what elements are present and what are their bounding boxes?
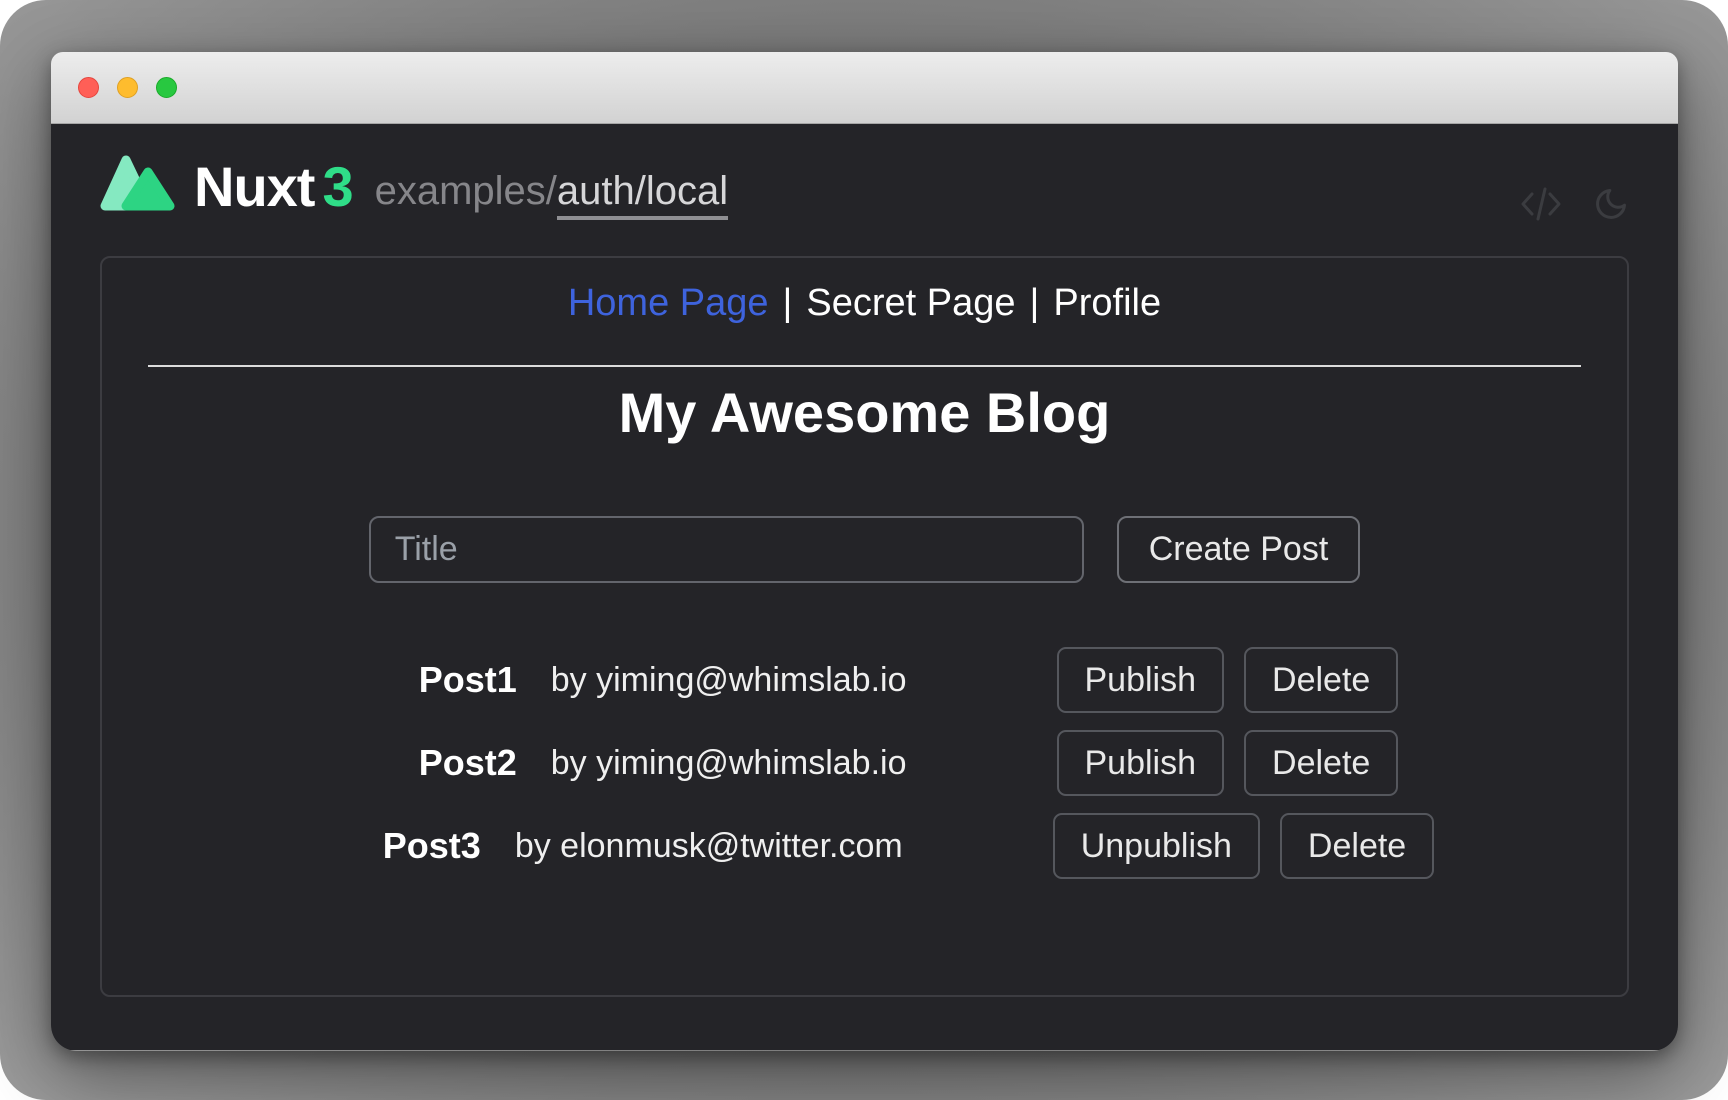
main-panel: Home Page | Secret Page | Profile My Awesome… xyxy=(100,256,1629,997)
post-title: Post2 xyxy=(419,742,517,784)
brand-name: Nuxt xyxy=(194,155,314,218)
post-row: Post1 by yiming@whimslab.io Publish Dele… xyxy=(190,647,1627,713)
nav-separator: | xyxy=(1030,282,1040,324)
delete-post-button[interactable]: Delete xyxy=(1244,647,1398,713)
browser-window: Nuxt3 examples/auth/local Home Page | Secr… xyxy=(51,52,1678,1051)
post-actions: Publish Delete xyxy=(1057,730,1399,796)
nav-divider xyxy=(148,365,1581,367)
post-title: Post3 xyxy=(383,825,481,867)
nav-link-profile[interactable]: Profile xyxy=(1053,282,1161,324)
nuxt-logo-icon xyxy=(100,152,176,214)
nav-link-secret-page[interactable]: Secret Page xyxy=(806,282,1015,324)
window-titlebar xyxy=(51,52,1678,124)
post-author: by yiming@whimslab.io xyxy=(551,744,907,783)
post-title-input[interactable] xyxy=(369,516,1084,583)
create-post-button[interactable]: Create Post xyxy=(1117,516,1361,583)
dark-mode-moon-icon[interactable] xyxy=(1593,186,1629,222)
publish-post-button[interactable]: Publish xyxy=(1057,647,1225,713)
post-row: Post3 by elonmusk@twitter.com Unpublish … xyxy=(190,813,1627,879)
header-icons xyxy=(1519,186,1629,222)
app-header: Nuxt3 examples/auth/local xyxy=(100,124,1629,214)
page-nav: Home Page | Secret Page | Profile xyxy=(102,258,1627,325)
post-author: by yiming@whimslab.io xyxy=(551,661,907,700)
minimize-window-button[interactable] xyxy=(117,77,138,98)
delete-post-button[interactable]: Delete xyxy=(1244,730,1398,796)
publish-post-button[interactable]: Publish xyxy=(1057,730,1225,796)
close-window-button[interactable] xyxy=(78,77,99,98)
brand-title: Nuxt3 xyxy=(194,160,353,214)
nav-link-home-page[interactable]: Home Page xyxy=(568,282,769,324)
post-actions: Unpublish Delete xyxy=(1053,813,1435,879)
post-author: by elonmusk@twitter.com xyxy=(515,827,903,866)
post-list: Post1 by yiming@whimslab.io Publish Dele… xyxy=(190,647,1627,879)
zoom-window-button[interactable] xyxy=(156,77,177,98)
nav-separator: | xyxy=(783,282,793,324)
page-title: My Awesome Blog xyxy=(102,379,1627,446)
breadcrumb-prefix: examples/ xyxy=(375,169,557,213)
source-code-icon[interactable] xyxy=(1519,187,1563,221)
delete-post-button[interactable]: Delete xyxy=(1280,813,1434,879)
brand-version: 3 xyxy=(322,155,352,218)
unpublish-post-button[interactable]: Unpublish xyxy=(1053,813,1260,879)
post-title: Post1 xyxy=(419,659,517,701)
breadcrumb-link[interactable]: auth/local xyxy=(557,169,728,220)
create-post-form: Create Post xyxy=(102,516,1627,583)
app-content: Nuxt3 examples/auth/local Home Page | Secr… xyxy=(51,124,1678,1050)
post-actions: Publish Delete xyxy=(1057,647,1399,713)
post-row: Post2 by yiming@whimslab.io Publish Dele… xyxy=(190,730,1627,796)
breadcrumb: examples/auth/local xyxy=(375,169,729,214)
